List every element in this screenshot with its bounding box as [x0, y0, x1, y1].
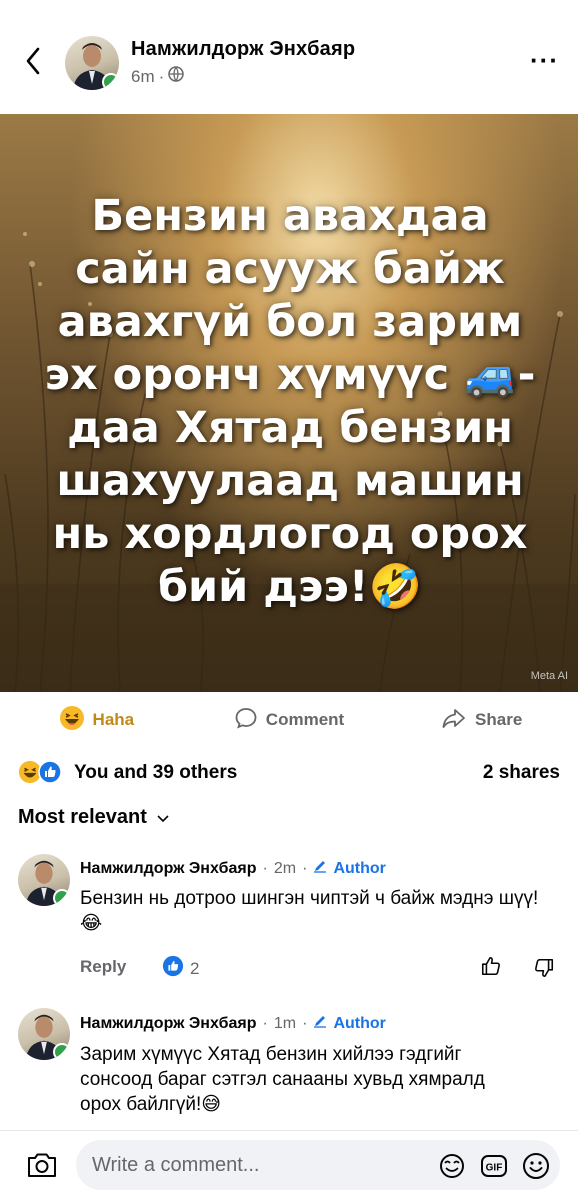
- shares-count[interactable]: 2 shares: [483, 762, 560, 784]
- thumbs-up-icon[interactable]: [480, 955, 502, 982]
- reply-button[interactable]: Reply: [80, 957, 126, 977]
- author-badge: Author: [333, 1014, 386, 1032]
- reactions-count-text: You and 39 others: [74, 762, 238, 783]
- post-meta: 6m ·: [131, 66, 185, 87]
- post-author-name[interactable]: Намжилдорж Энхбаяр: [131, 38, 355, 61]
- comment-time: 1m: [273, 1014, 297, 1032]
- reaction-summary[interactable]: You and 39 others 2 shares: [0, 754, 578, 790]
- author-avatar[interactable]: [65, 36, 119, 90]
- composer-icons: GIF: [438, 1152, 550, 1185]
- comment-icon: [234, 706, 258, 735]
- author-badge: Author: [333, 859, 386, 877]
- pencil-icon: [313, 1014, 327, 1033]
- commenter-avatar[interactable]: [18, 854, 70, 906]
- chevron-down-icon: [157, 806, 169, 829]
- emoji-icon[interactable]: [522, 1152, 550, 1185]
- comment-author-name[interactable]: Намжилдорж Энхбаяр: [80, 1015, 257, 1033]
- svg-text:GIF: GIF: [486, 1163, 503, 1174]
- sort-label: Most relevant: [18, 806, 147, 828]
- like-icon: [38, 760, 62, 789]
- comment-text: Зарим хүмүүс Хятад бензин хийлээ гэдгийг…: [80, 1044, 485, 1115]
- online-status-dot: [102, 73, 119, 90]
- post-time: 6m: [131, 66, 155, 86]
- comment-sort-dropdown[interactable]: Most relevant: [18, 806, 169, 829]
- comment-button[interactable]: Comment: [193, 706, 386, 735]
- post-image[interactable]: Бензин авахдаа сайн асууж байж авахгүй б…: [0, 114, 578, 692]
- share-button[interactable]: Share: [385, 706, 578, 735]
- comment-input[interactable]: Write a comment... GIF: [76, 1140, 560, 1190]
- back-chevron-icon[interactable]: [18, 46, 48, 76]
- comment-author-name[interactable]: Намжилдорж Энхбаяр: [80, 860, 257, 878]
- comment-input-placeholder: Write a comment...: [92, 1154, 260, 1176]
- meta-ai-watermark: Meta AI: [530, 670, 568, 682]
- comment-like-count[interactable]: 2: [162, 955, 199, 982]
- post-action-bar: Haha Comment Share: [0, 692, 578, 748]
- gif-icon[interactable]: GIF: [480, 1153, 508, 1184]
- thumbs-down-icon[interactable]: [533, 957, 555, 984]
- like-count-value: 2: [190, 958, 200, 978]
- reaction-label: Haha: [92, 710, 135, 729]
- post-image-text: Бензин авахдаа сайн асууж байж авахгүй б…: [44, 191, 536, 612]
- sticker-icon[interactable]: [438, 1153, 466, 1184]
- more-icon[interactable]: ···: [530, 47, 559, 73]
- commenter-avatar[interactable]: [18, 1008, 70, 1060]
- share-label: Share: [475, 710, 523, 729]
- globe-icon: [168, 66, 185, 87]
- comment-header: Намжилдорж Энхбаяр · 2m · Author: [80, 859, 386, 878]
- online-status-dot: [53, 1043, 70, 1060]
- post-header: Намжилдорж Энхбаяр 6m · ···: [0, 0, 578, 114]
- comment-label: Comment: [265, 710, 345, 729]
- comment-composer: Write a comment... GIF: [0, 1130, 578, 1200]
- comment-time: 2m: [273, 859, 297, 877]
- reaction-icons: [18, 760, 62, 789]
- camera-icon[interactable]: [26, 1151, 58, 1184]
- share-icon: [441, 706, 467, 735]
- haha-emoji-icon: [59, 705, 85, 736]
- pencil-icon: [313, 859, 327, 878]
- comment-text: Бензин нь дотроо шингэн чиптэй ч байж мэ…: [80, 888, 539, 934]
- comment-header: Намжилдорж Энхбаяр · 1m · Author: [80, 1014, 386, 1033]
- online-status-dot: [53, 889, 70, 906]
- reaction-button[interactable]: Haha: [0, 705, 193, 736]
- like-icon: [162, 955, 184, 982]
